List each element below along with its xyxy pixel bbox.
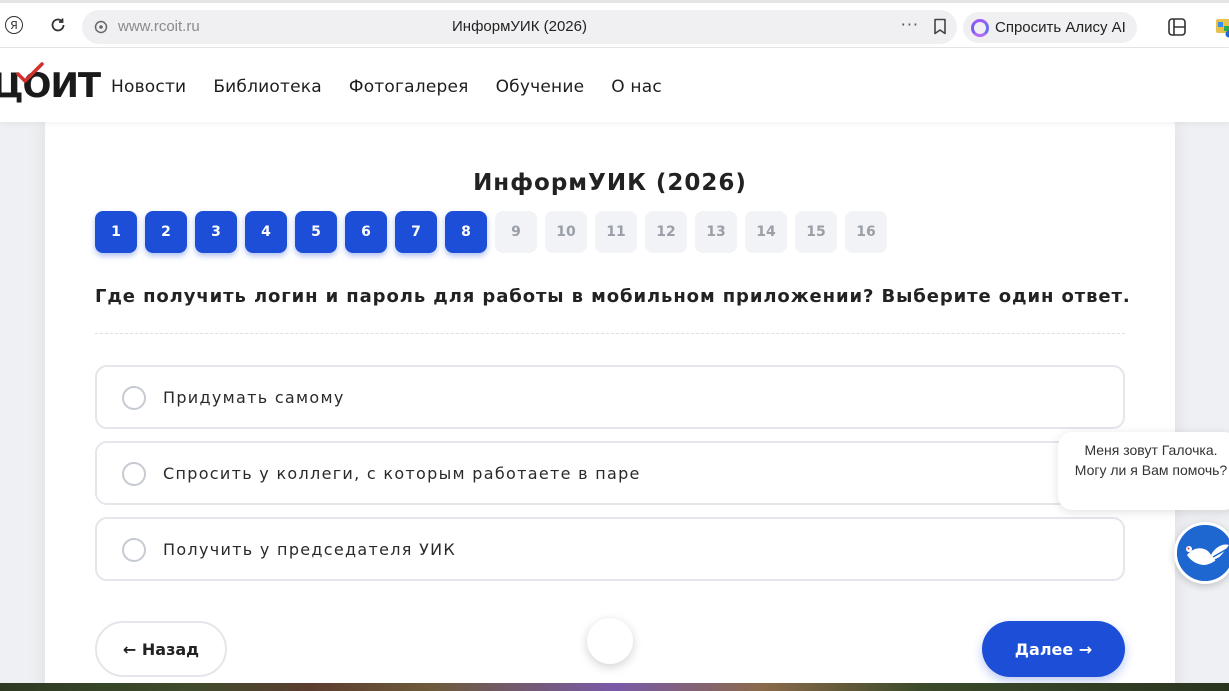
bird-icon <box>1177 525 1229 581</box>
step-12[interactable]: 12 <box>645 211 687 253</box>
nav-item-about[interactable]: О нас <box>611 77 662 97</box>
question-steps: 1 2 3 4 5 6 7 8 9 10 11 12 13 14 15 16 <box>95 211 887 253</box>
nav-item-gallery[interactable]: Фотогалерея <box>349 77 469 97</box>
site-logo[interactable]: ЦОИТ <box>0 66 101 106</box>
step-8[interactable]: 8 <box>445 211 487 253</box>
next-button[interactable]: Далее → <box>982 621 1125 677</box>
answer-label: Получить у председателя УИК <box>163 540 457 559</box>
step-4[interactable]: 4 <box>245 211 287 253</box>
step-9[interactable]: 9 <box>495 211 537 253</box>
profile-icon[interactable] <box>1214 16 1229 38</box>
radio-button[interactable] <box>122 538 146 562</box>
step-10[interactable]: 10 <box>545 211 587 253</box>
nav-item-news[interactable]: Новости <box>111 77 186 97</box>
chat-message-text: Меня зовут Галочка. Могу ли я Вам помочь… <box>1074 442 1228 478</box>
ask-alice-button[interactable]: Спросить Алису AI <box>963 12 1137 43</box>
alice-icon <box>971 18 989 37</box>
logo-checkmark-icon <box>16 62 44 83</box>
step-15[interactable]: 15 <box>795 211 837 253</box>
nav-item-library[interactable]: Библиотека <box>213 77 322 97</box>
quiz-card: ИнформУИК (2026) 1 2 3 4 5 6 7 8 9 10 11 12 13 14 15 16… <box>45 112 1175 691</box>
yandex-browser-icon[interactable]: Я <box>0 11 28 39</box>
step-14[interactable]: 14 <box>745 211 787 253</box>
step-3[interactable]: 3 <box>195 211 237 253</box>
question-text: Где получить логин и пароль для работы в… <box>95 286 1131 307</box>
chat-assistant-avatar[interactable] <box>1174 522 1229 584</box>
ask-alice-label: Спросить Алису AI <box>995 19 1126 36</box>
answer-option[interactable]: Спросить у коллеги, с которым работаете … <box>95 441 1125 505</box>
step-11[interactable]: 11 <box>595 211 637 253</box>
radio-button[interactable] <box>122 462 146 486</box>
background-photo <box>0 683 1229 691</box>
tab-title: ИнформУИК (2026) <box>452 18 587 35</box>
step-16[interactable]: 16 <box>845 211 887 253</box>
divider <box>95 333 1125 334</box>
answer-option[interactable]: Придумать самому <box>95 365 1125 429</box>
bookmark-icon[interactable] <box>933 18 947 35</box>
chat-message-bubble[interactable]: Меня зовут Галочка. Могу ли я Вам помочь… <box>1058 432 1229 510</box>
site-info-icon[interactable] <box>94 19 108 35</box>
main-nav: Новости Библиотека Фотогалерея Обучение … <box>111 77 689 97</box>
browser-toolbar: Я www.rcoit.ru ИнформУИК (2026) ··· Спро… <box>0 0 1229 48</box>
site-header: ЦОИТ Новости Библиотека Фотогалерея Обуч… <box>0 48 1229 122</box>
quiz-title: ИнформУИК (2026) <box>473 170 747 196</box>
nav-item-training[interactable]: Обучение <box>496 77 585 97</box>
step-13[interactable]: 13 <box>695 211 737 253</box>
scroll-indicator[interactable] <box>587 618 633 664</box>
answer-label: Спросить у коллеги, с которым работаете … <box>163 464 641 483</box>
reload-icon[interactable] <box>44 11 72 39</box>
answer-option[interactable]: Получить у председателя УИК <box>95 517 1125 581</box>
step-7[interactable]: 7 <box>395 211 437 253</box>
logo-text: ЦОИТ <box>0 66 101 106</box>
step-1[interactable]: 1 <box>95 211 137 253</box>
answer-label: Придумать самому <box>163 388 345 407</box>
more-icon[interactable]: ··· <box>901 15 919 34</box>
step-2[interactable]: 2 <box>145 211 187 253</box>
url-text[interactable]: www.rcoit.ru <box>118 18 200 35</box>
step-5[interactable]: 5 <box>295 211 337 253</box>
address-bar[interactable]: www.rcoit.ru ИнформУИК (2026) ··· <box>82 10 957 44</box>
radio-button[interactable] <box>122 386 146 410</box>
back-button[interactable]: ← Назад <box>95 621 227 677</box>
step-6[interactable]: 6 <box>345 211 387 253</box>
extensions-icon[interactable] <box>1166 16 1188 38</box>
